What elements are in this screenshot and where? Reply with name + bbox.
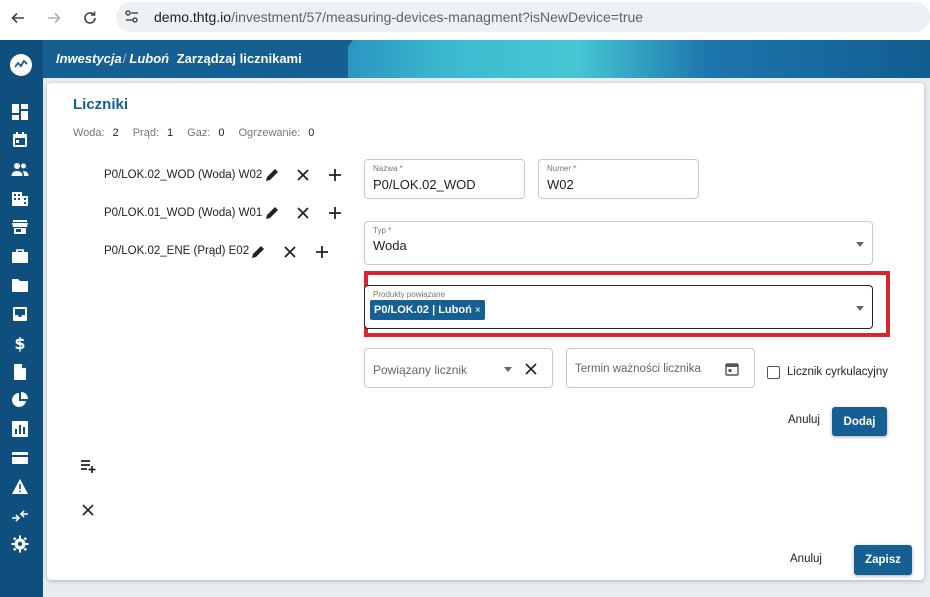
clear-close-icon[interactable] (522, 360, 540, 378)
linked-meter-placeholder: Powiązany licznik (373, 363, 468, 377)
count-power-label: Prąd: (132, 127, 160, 139)
url-text: demo.thtg.io/investment/57/measuring-dev… (154, 9, 643, 25)
count-gas-value: 0 (218, 127, 225, 139)
number-field-label: Numer * (547, 164, 577, 173)
building-icon[interactable] (11, 189, 29, 207)
expiry-date-field[interactable]: Termin ważności licznika (566, 348, 755, 388)
people-icon[interactable] (11, 160, 29, 178)
count-water-value: 2 (112, 127, 119, 139)
type-select-value: Woda (373, 238, 407, 253)
reload-icon[interactable] (78, 6, 102, 30)
device-label: P0/LOK.02_WOD (Woda) W02 (104, 169, 263, 181)
folder-icon[interactable] (11, 276, 29, 294)
breadcrumb-current: Zarządzaj licznikami (176, 51, 302, 66)
number-field[interactable]: Numer * W02 (538, 159, 699, 199)
forward-arrow-icon[interactable] (42, 6, 66, 30)
plus-icon[interactable] (313, 243, 331, 261)
list-item: P0/LOK.02_ENE (Prąd) E02 (104, 240, 249, 262)
close-icon[interactable] (80, 502, 98, 520)
page-title: Liczniki (73, 96, 129, 113)
chevron-down-icon (856, 306, 864, 311)
back-arrow-icon[interactable] (6, 6, 30, 30)
app-logo-icon[interactable] (10, 54, 32, 76)
breadcrumb-investment[interactable]: Inwestycja (56, 51, 122, 66)
device-label: P0/LOK.01_WOD (Woda) W01 (104, 207, 263, 219)
browser-toolbar: demo.thtg.io/investment/57/measuring-dev… (0, 0, 930, 36)
pie-chart-icon[interactable] (11, 391, 29, 409)
site-settings-icon[interactable] (123, 8, 141, 26)
list-item: P0/LOK.02_WOD (Woda) W02 (104, 164, 262, 186)
devices-card: Liczniki Woda: 2 Prąd: 1 Gaz: 0 Ogrzewanie: 0 P… (47, 83, 924, 580)
calendar-icon[interactable] (11, 131, 29, 149)
device-label: P0/LOK.02_ENE (Prąd) E02 (104, 245, 250, 257)
type-select-label: Typ * (373, 226, 392, 235)
bar-chart-icon[interactable] (11, 420, 29, 438)
count-gas-label: Gaz: (187, 127, 211, 139)
calendar-picker-icon[interactable] (723, 360, 741, 378)
add-device-button[interactable]: Dodaj (832, 407, 887, 436)
breadcrumb: Inwestycja/Luboń Zarządzaj licznikami (56, 51, 302, 66)
count-water-label: Woda: (73, 127, 105, 139)
product-chip-label: P0/LOK.02 | Luboń (374, 304, 472, 316)
close-icon[interactable] (281, 243, 299, 261)
save-button[interactable]: Zapisz (854, 545, 912, 575)
chevron-down-icon (504, 367, 512, 372)
name-field[interactable]: Nazwa * P0/LOK.02_WOD (364, 159, 525, 199)
count-heating-label: Ogrzewanie: (238, 127, 301, 139)
warning-icon[interactable] (11, 478, 29, 496)
briefcase-icon[interactable] (11, 247, 29, 265)
count-heating-value: 0 (308, 127, 315, 139)
circulation-checkbox[interactable] (767, 366, 780, 379)
linked-products-select[interactable]: Produkty powiązane P0/LOK.02 | Luboń × (364, 285, 873, 329)
linked-meter-select[interactable]: Powiązany licznik (364, 348, 553, 388)
device-counts: Woda: 2 Prąd: 1 Gaz: 0 Ogrzewanie: 0 (73, 127, 328, 139)
dashboard-icon[interactable] (11, 103, 29, 121)
url-path: /investment/57/measuring-devices-managme… (231, 9, 644, 25)
document-icon[interactable] (11, 363, 29, 381)
expiry-date-placeholder: Termin ważności licznika (575, 363, 701, 375)
chevron-down-icon (856, 242, 864, 247)
svg-text:$: $ (14, 334, 25, 352)
header-slant (325, 40, 353, 78)
footer-cancel-button[interactable]: Anuluj (790, 553, 822, 565)
dollar-icon[interactable]: $ (11, 334, 29, 352)
close-icon[interactable] (294, 166, 312, 184)
name-field-value: P0/LOK.02_WOD (373, 177, 476, 192)
linked-products-label: Produkty powiązane (373, 290, 446, 299)
product-chip[interactable]: P0/LOK.02 | Luboń × (370, 300, 485, 320)
compare-arrows-icon[interactable] (11, 507, 29, 525)
page-header: Inwestycja/Luboń Zarządzaj licznikami (43, 40, 930, 78)
circulation-checkbox-label: Licznik cyrkulacyjny (787, 366, 888, 378)
playlist-add-icon[interactable] (79, 457, 97, 475)
credit-card-icon[interactable] (11, 449, 29, 467)
type-select[interactable]: Typ * Woda (364, 221, 873, 265)
address-bar[interactable]: demo.thtg.io/investment/57/measuring-dev… (116, 2, 930, 32)
edit-pencil-icon[interactable] (263, 204, 281, 222)
sidebar: $ (0, 40, 43, 597)
edit-pencil-icon[interactable] (249, 243, 267, 261)
name-field-label: Nazwa * (373, 164, 403, 173)
plus-icon[interactable] (326, 204, 344, 222)
inbox-icon[interactable] (11, 305, 29, 323)
store-icon[interactable] (11, 218, 29, 236)
plus-icon[interactable] (326, 166, 344, 184)
chip-close-icon[interactable]: × (475, 305, 481, 316)
breadcrumb-investment-name[interactable]: Luboń (129, 51, 169, 66)
gear-icon[interactable] (11, 535, 29, 553)
url-host: demo.thtg.io (154, 9, 232, 25)
count-power-value: 1 (167, 127, 174, 139)
list-item: P0/LOK.01_WOD (Woda) W01 (104, 202, 262, 224)
close-icon[interactable] (294, 204, 312, 222)
edit-pencil-icon[interactable] (263, 166, 281, 184)
number-field-value: W02 (547, 177, 574, 192)
form-cancel-button[interactable]: Anuluj (788, 414, 820, 426)
